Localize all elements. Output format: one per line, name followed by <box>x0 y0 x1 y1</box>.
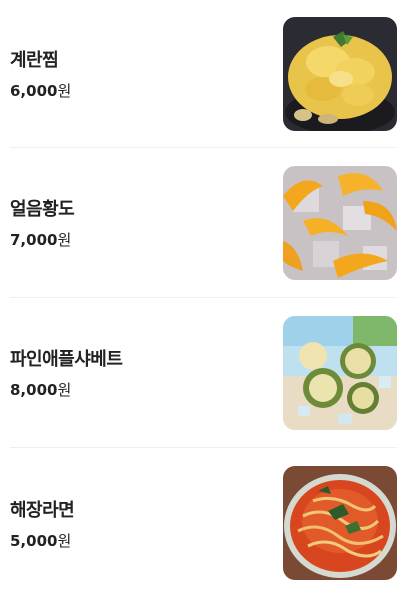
menu-item[interactable]: 얼음황도 7,000원 <box>10 148 397 298</box>
price-number: 5,000 <box>10 531 58 550</box>
menu-item-price: 6,000원 <box>10 80 71 101</box>
menu-item-name: 얼음황도 <box>10 199 75 220</box>
menu-item-info: 얼음황도 7,000원 <box>10 195 75 250</box>
menu-item[interactable]: 파인애플샤베트 8,000원 <box>10 298 397 448</box>
price-unit: 원 <box>57 531 72 550</box>
price-number: 8,000 <box>10 381 58 399</box>
price-number: 6,000 <box>10 82 58 100</box>
menu-item-name: 계란찜 <box>10 50 59 71</box>
price-number: 7,000 <box>10 231 58 249</box>
menu-item-info: 계란찜 6,000원 <box>10 46 71 101</box>
menu-item-price: 8,000원 <box>10 379 122 400</box>
price-unit: 원 <box>57 231 72 249</box>
price-unit: 원 <box>57 381 72 399</box>
menu-item-info: 파인애플샤베트 8,000원 <box>10 345 123 400</box>
steamed-egg-image[interactable] <box>283 16 397 131</box>
menu-item[interactable]: 계란찜 6,000원 <box>10 0 397 148</box>
iced-peach-image[interactable] <box>283 165 397 280</box>
menu-item-name: 파인애플샤베트 <box>10 349 123 370</box>
pineapple-sherbet-image[interactable] <box>283 315 397 430</box>
menu-item-name: 해장라면 <box>10 499 75 521</box>
menu-item[interactable]: 해장라면 5,000원 <box>10 448 397 594</box>
menu-item-price: 5,000원 <box>10 530 74 551</box>
hangover-ramen-image[interactable] <box>283 466 397 580</box>
menu-item-price: 7,000원 <box>10 229 74 250</box>
menu-item-info: 해장라면 5,000원 <box>10 496 75 551</box>
menu-list: 계란찜 6,000원 얼음황도 7,000원 파인애플샤베트 8,000원 해장… <box>0 0 409 594</box>
price-unit: 원 <box>57 82 72 100</box>
